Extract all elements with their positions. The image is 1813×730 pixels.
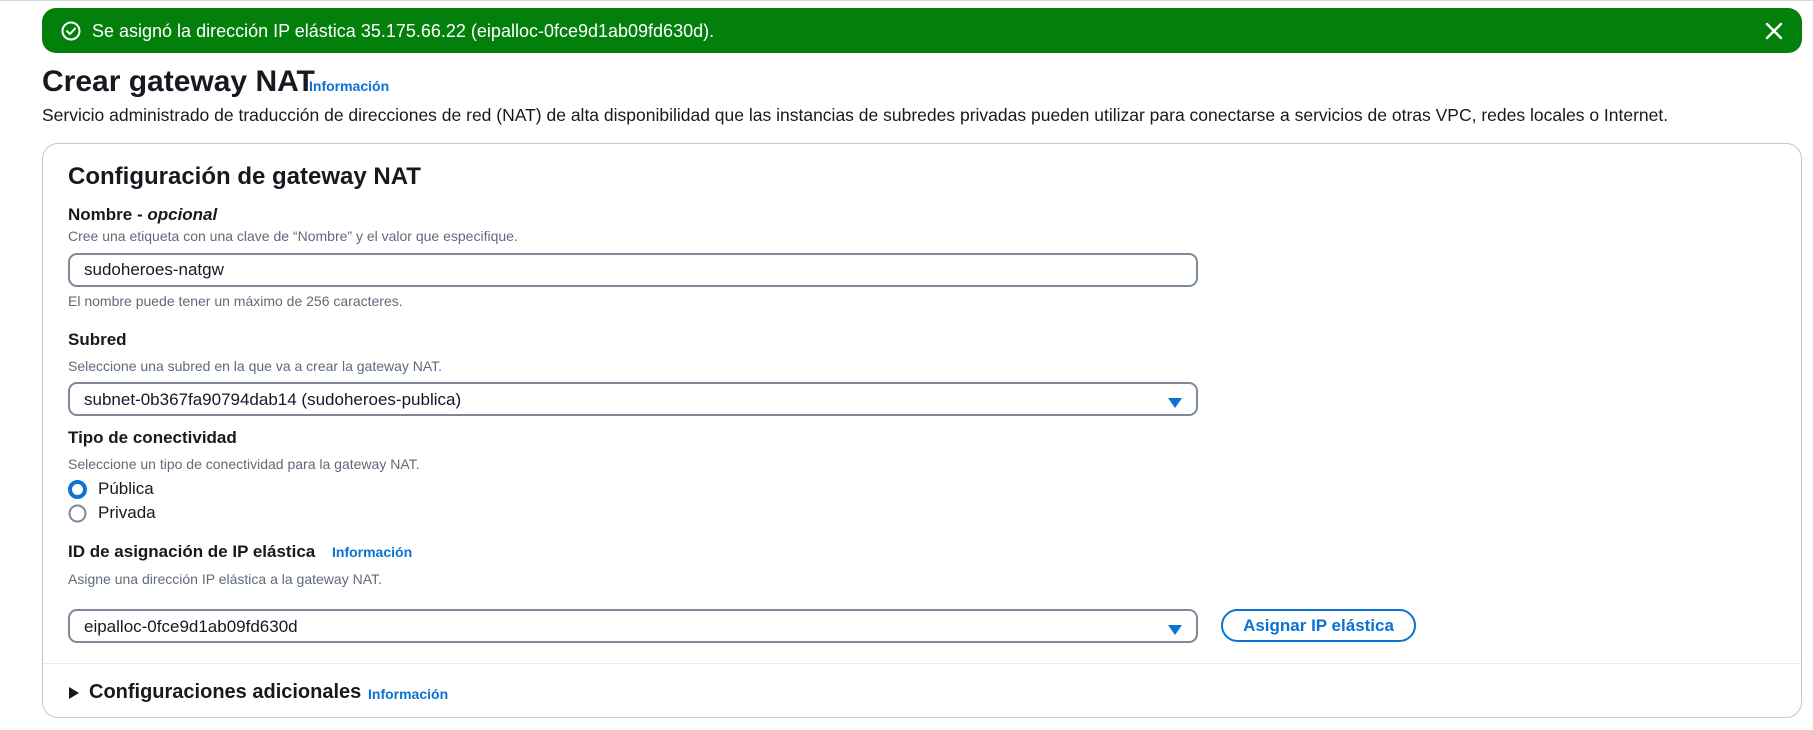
- close-icon[interactable]: [1762, 19, 1786, 43]
- header-info-link[interactable]: Información: [309, 78, 389, 94]
- section-title: Configuración de gateway NAT: [68, 163, 421, 190]
- name-description: Cree una etiqueta con una clave de “Nomb…: [68, 228, 518, 244]
- subnet-select[interactable]: subnet-0b367fa90794dab14 (sudoheroes-pub…: [68, 382, 1198, 416]
- eip-label: ID de asignación de IP elástica: [68, 542, 316, 561]
- eip-select[interactable]: eipalloc-0fce9d1ab09fd630d: [68, 609, 1198, 643]
- page-description: Servicio administrado de traducción de d…: [42, 105, 1669, 125]
- nat-gateway-config-panel: Configuración de gateway NAT Nombre - op…: [42, 143, 1802, 718]
- name-constraint: El nombre puede tener un máximo de 256 c…: [68, 293, 403, 309]
- name-label-text: Nombre: [68, 205, 133, 224]
- section-divider: [43, 663, 1801, 664]
- additional-info-link[interactable]: Información: [368, 686, 448, 702]
- additional-settings-title: Configuraciones adicionales: [89, 681, 362, 703]
- connectivity-description: Seleccione un tipo de conectividad para …: [68, 456, 420, 472]
- page-title: Crear gateway NAT: [42, 65, 315, 98]
- eip-info-link[interactable]: Información: [332, 544, 412, 560]
- optional-text: opcional: [147, 205, 218, 224]
- eip-selected-value: eipalloc-0fce9d1ab09fd630d: [84, 617, 298, 636]
- flash-message: Se asignó la dirección IP elástica 35.17…: [92, 21, 715, 41]
- check-circle-icon: [60, 20, 82, 42]
- radio-unselected-icon: [68, 504, 87, 523]
- caret-down-icon: [1168, 395, 1182, 408]
- subnet-description: Seleccione una subred en la que va a cre…: [68, 358, 443, 374]
- caret-down-icon: [1168, 622, 1182, 635]
- radio-publica-label: Pública: [98, 479, 154, 498]
- top-divider: [0, 0, 1813, 1]
- name-label: Nombre - opcional: [68, 205, 218, 224]
- success-flash-banner: Se asignó la dirección IP elástica 35.17…: [42, 8, 1802, 53]
- radio-selected-icon: [68, 480, 87, 499]
- subnet-label: Subred: [68, 330, 127, 349]
- subnet-selected-value: subnet-0b367fa90794dab14 (sudoheroes-pub…: [84, 390, 462, 409]
- caret-right-icon: [68, 686, 80, 700]
- allocate-eip-button[interactable]: Asignar IP elástica: [1221, 609, 1416, 642]
- radio-privada-label: Privada: [98, 503, 156, 522]
- name-input[interactable]: [68, 253, 1198, 287]
- eip-description: Asigne una dirección IP elástica a la ga…: [68, 571, 382, 587]
- connectivity-label: Tipo de conectividad: [68, 428, 237, 447]
